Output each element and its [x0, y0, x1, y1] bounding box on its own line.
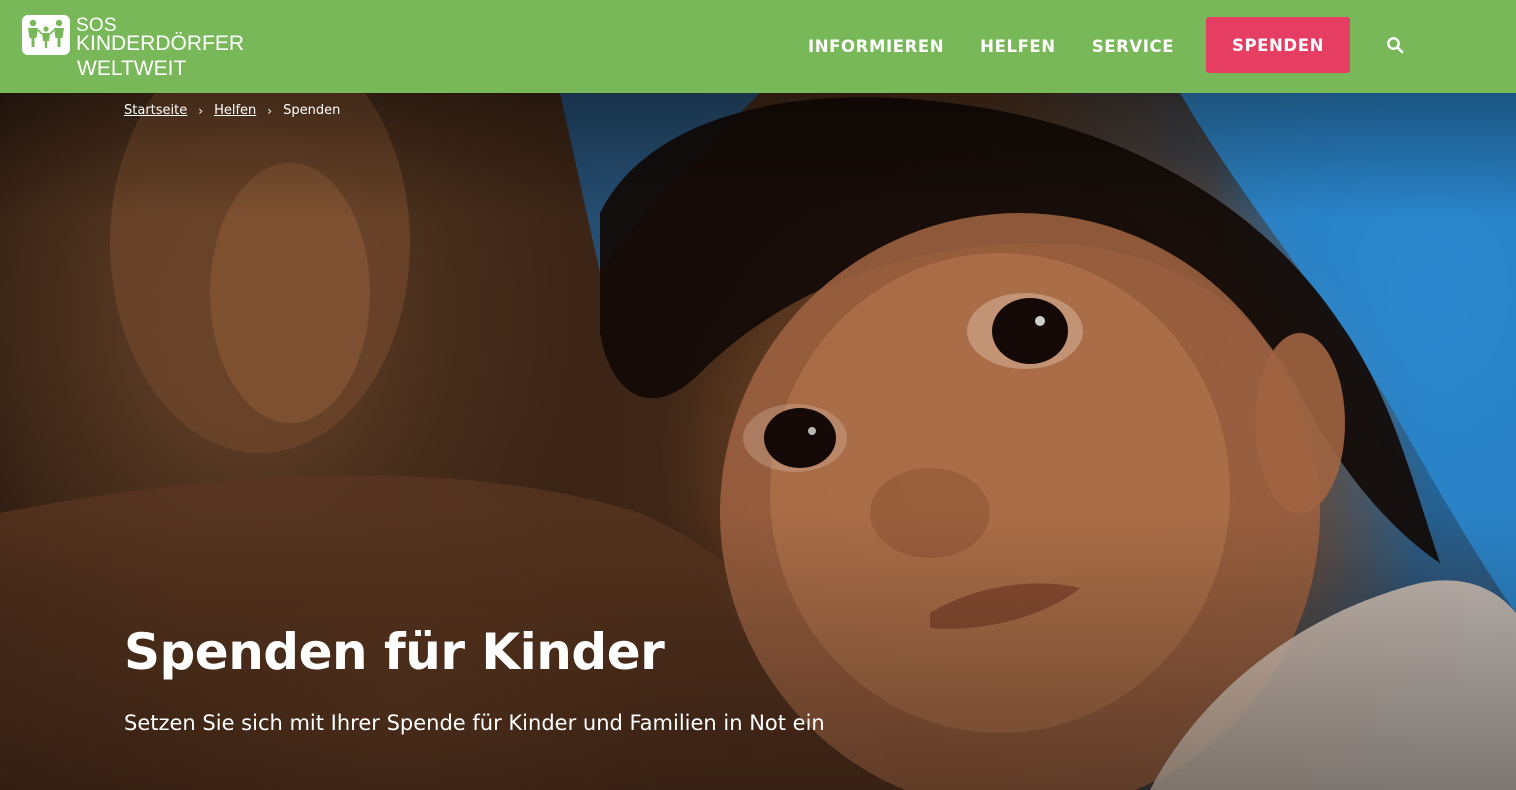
logo-wordmark: SOS KINDERDÖRFER WELTWEIT: [76, 15, 244, 79]
breadcrumb-helfen[interactable]: Helfen: [214, 103, 256, 118]
logo-line-sos: SOS: [76, 15, 117, 36]
chevron-right-icon: ›: [198, 103, 204, 118]
nav-service[interactable]: SERVICE: [1074, 37, 1192, 56]
search-button[interactable]: [1380, 30, 1410, 60]
page-subtitle: Setzen Sie sich mit Ihrer Spende für Kin…: [124, 711, 825, 735]
breadcrumb: Startseite › Helfen › Spenden: [124, 103, 340, 118]
search-icon: [1387, 37, 1404, 54]
site-header: SOS KINDERDÖRFER WELTWEIT INFORMIEREN HE…: [0, 0, 1516, 93]
main-nav: INFORMIEREN HELFEN SERVICE: [790, 0, 1192, 93]
sos-logo[interactable]: SOS KINDERDÖRFER WELTWEIT: [22, 15, 262, 79]
nav-helfen[interactable]: HELFEN: [962, 37, 1074, 56]
donate-button[interactable]: SPENDEN: [1206, 17, 1350, 73]
hero-overlay: [0, 93, 1516, 790]
page-title: Spenden für Kinder: [124, 623, 665, 681]
logo-line-weltweit: WELTWEIT: [77, 57, 187, 80]
sos-logo-icon: [22, 15, 70, 55]
hero-section: Startseite › Helfen › Spenden Spenden fü…: [0, 93, 1516, 790]
nav-informieren[interactable]: INFORMIEREN: [790, 37, 962, 56]
breadcrumb-startseite[interactable]: Startseite: [124, 103, 187, 118]
chevron-right-icon: ›: [267, 103, 273, 118]
logo-line-kinderdoerfer: KINDERDÖRFER: [76, 32, 245, 55]
breadcrumb-current: Spenden: [283, 103, 341, 118]
